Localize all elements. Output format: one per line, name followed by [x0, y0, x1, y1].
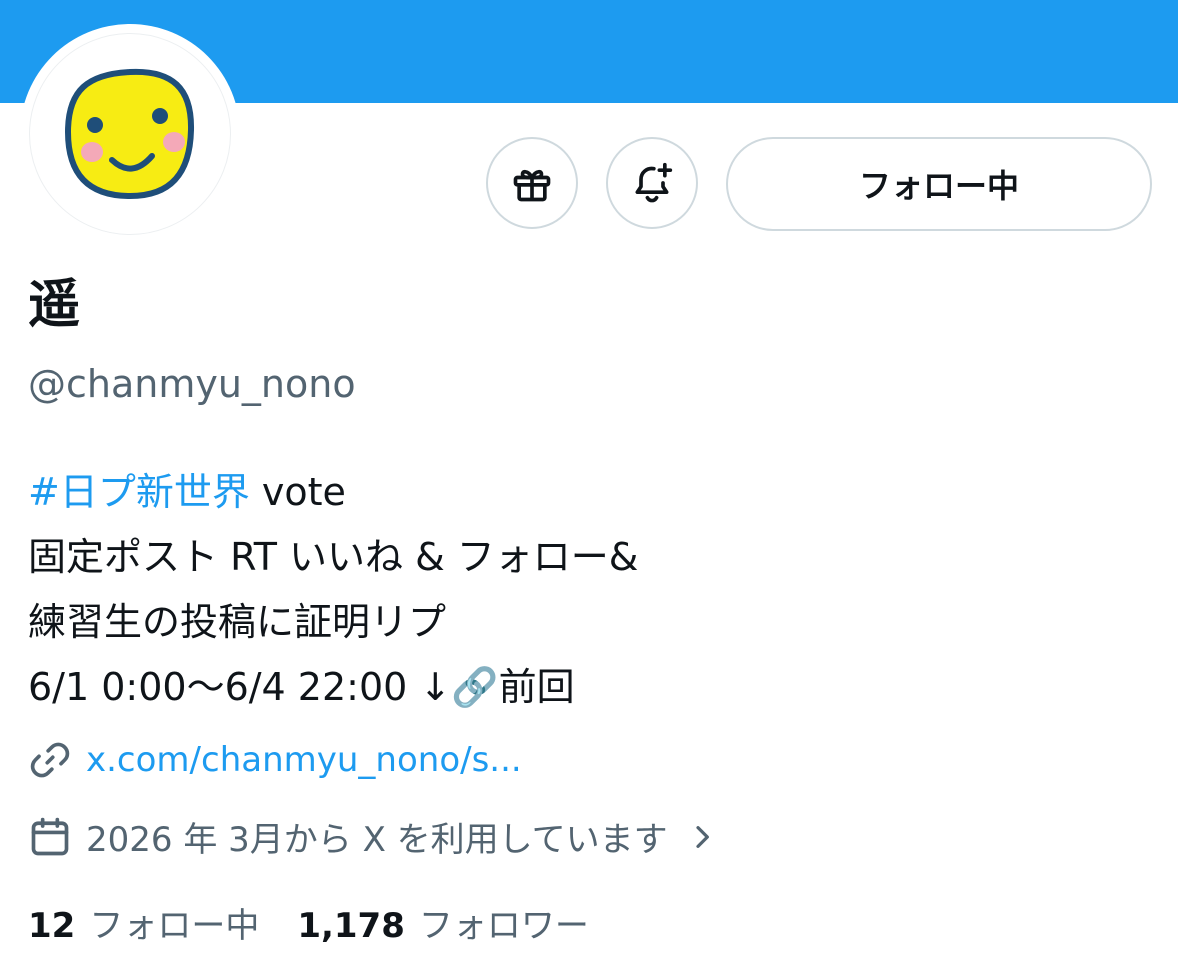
website-link[interactable]: x.com/chanmyu_nono/s...	[86, 740, 522, 780]
avatar-frame	[20, 24, 240, 244]
link-emoji: 🔗	[451, 665, 499, 709]
following-label: フォロー中	[89, 906, 260, 946]
subscribe-gift-button[interactable]	[486, 137, 578, 229]
bio-line-1: #日プ新世界 vote	[28, 460, 638, 525]
gift-icon	[513, 169, 551, 202]
join-date[interactable]: 2026 年 3月から X を利用しています	[28, 812, 718, 861]
bell-plus-icon	[635, 162, 673, 203]
avatar-face-image	[64, 68, 195, 200]
avatar[interactable]	[29, 33, 231, 235]
followers-label: フォロワー	[418, 906, 589, 946]
followers-stat[interactable]: 1,178 フォロワー	[297, 900, 589, 952]
link-icon	[30, 742, 70, 778]
follow-stats: 12 フォロー中 1,178 フォロワー	[28, 900, 589, 952]
following-button[interactable]: フォロー中	[726, 137, 1152, 231]
bio-line-3: 練習生の投稿に証明リプ	[28, 600, 447, 644]
following-button-label: フォロー中	[858, 167, 1019, 205]
following-stat[interactable]: 12 フォロー中	[28, 900, 259, 952]
bio-text: 6/1 0:00～6/4 22:00 ↓	[28, 665, 452, 709]
notify-button[interactable]	[606, 137, 698, 229]
bio: #日プ新世界 vote 固定ポスト RT いいね & フォロー& 練習生の投稿に…	[28, 460, 638, 720]
bio-text: 前回	[498, 665, 575, 709]
user-handle: @chanmyu_nono	[28, 362, 356, 406]
followers-count: 1,178	[297, 906, 405, 946]
profile-website[interactable]: x.com/chanmyu_nono/s...	[28, 738, 522, 782]
bio-hashtag-link[interactable]: #日プ新世界	[28, 470, 250, 514]
bio-line-4: 6/1 0:00～6/4 22:00 ↓🔗前回	[28, 655, 638, 720]
bio-text: vote	[249, 470, 346, 514]
join-date-text: 2026 年 3月から X を利用しています	[86, 820, 668, 860]
bio-line-2: 固定ポスト RT いいね & フォロー&	[28, 535, 639, 579]
following-count: 12	[28, 906, 76, 946]
display-name: 遥	[28, 275, 81, 335]
chevron-right-icon	[696, 825, 709, 848]
calendar-icon	[31, 817, 69, 855]
